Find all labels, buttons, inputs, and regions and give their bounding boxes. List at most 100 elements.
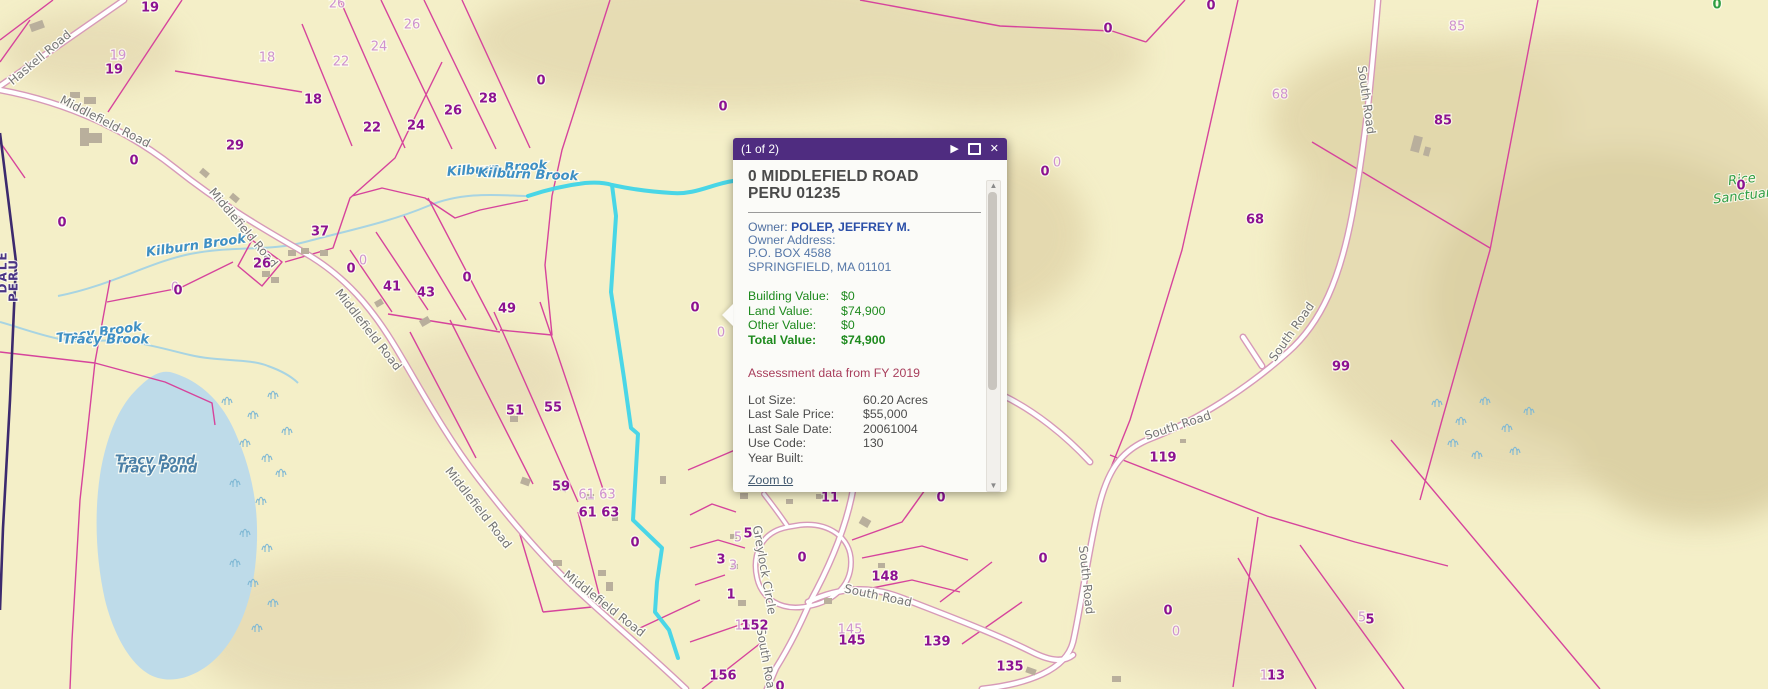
parcel-number-label: 0 xyxy=(1103,22,1112,37)
parcel-number-label: 0 xyxy=(717,326,725,341)
popup-title-line1: 0 MIDDLEFIELD ROAD xyxy=(748,168,981,185)
building-footprint xyxy=(288,250,296,256)
water-name-label: Tracy Pond xyxy=(117,462,198,477)
parcel-number-label: 0 xyxy=(1053,156,1061,171)
parcel-number-label: 0 xyxy=(797,551,806,566)
owner-address-line1: P.O. BOX 4588 xyxy=(748,247,981,260)
parcel-number-label: 145 xyxy=(838,634,865,649)
parcel-number-label: 59 xyxy=(552,480,570,495)
parcel-number-label: 1 xyxy=(726,588,735,603)
row-label: Last Sale Price: xyxy=(748,407,863,422)
building-footprint xyxy=(740,493,748,499)
parcel-number-label: 11 xyxy=(821,491,839,506)
parcel-number-label: 19 xyxy=(141,1,159,16)
parcel-number-label: 37 xyxy=(311,225,329,240)
parcel-number-label: 119 xyxy=(1149,451,1176,466)
row-value: $74,900 xyxy=(841,333,885,348)
water-name-label: Tracy Brook xyxy=(63,333,151,348)
parcel-number-label: 41 xyxy=(383,280,401,295)
building-footprint xyxy=(1180,439,1186,443)
detail-row: Last Sale Date:20061004 xyxy=(748,422,981,437)
building-footprint xyxy=(606,582,613,591)
row-label: Total Value: xyxy=(748,333,841,348)
parcel-number-label: 61 63 xyxy=(578,488,615,503)
parcel-number-label: 0 xyxy=(718,100,727,115)
scroll-down-icon[interactable]: ▼ xyxy=(987,481,1000,491)
parcel-number-label: 0 xyxy=(1040,165,1049,180)
parcel-number-label: 0 xyxy=(346,262,355,277)
row-label: Year Built: xyxy=(748,451,863,466)
parcel-number-label: 5 xyxy=(1365,613,1374,628)
parcel-number-label: 68 xyxy=(1272,88,1289,103)
parcel-number-label: 26 xyxy=(444,104,462,119)
building-footprint xyxy=(301,248,309,254)
row-value: $55,000 xyxy=(863,407,907,422)
row-value: 20061004 xyxy=(863,422,918,437)
popup-header: (1 of 2) ▶ ✕ xyxy=(733,138,1007,160)
scrollbar-thumb[interactable] xyxy=(988,192,997,390)
parcel-number-label: 13 xyxy=(1267,669,1285,684)
row-label: Lot Size: xyxy=(748,393,863,408)
parcel-number-label: 0 xyxy=(1736,179,1745,194)
parcel-number-label: 28 xyxy=(479,92,497,107)
parcel-number-label: 0 xyxy=(1163,604,1172,619)
parcel-number-label: 18 xyxy=(259,51,276,66)
detail-row: Lot Size:60.20 Acres xyxy=(748,393,981,408)
parcel-number-label: 68 xyxy=(1246,213,1264,228)
parcel-number-label: 43 xyxy=(417,286,435,301)
parcel-number-label: 0 xyxy=(129,154,138,169)
owner-address-line2: SPRINGFIELD, MA 01101 xyxy=(748,261,981,274)
parcel-number-label: 49 xyxy=(498,302,516,317)
row-label: Other Value: xyxy=(748,318,841,333)
maximize-icon[interactable] xyxy=(968,143,981,155)
parcel-number-label: 99 xyxy=(1332,360,1350,375)
value-row: Other Value:$0 xyxy=(748,318,981,333)
close-icon[interactable]: ✕ xyxy=(990,144,999,155)
parcel-number-label: 139 xyxy=(923,635,950,650)
parcel-number-label: 0 xyxy=(462,271,471,286)
building-footprint xyxy=(878,563,885,568)
building-footprint xyxy=(271,277,279,283)
parcel-number-label: 85 xyxy=(1449,20,1466,35)
parcel-number-label: 19 xyxy=(105,63,123,78)
row-label: Building Value: xyxy=(748,289,841,304)
parcel-number-label: 3 xyxy=(729,559,737,574)
parcel-number-label: 22 xyxy=(363,121,381,136)
building-footprint xyxy=(738,600,746,606)
parcel-number-label: 29 xyxy=(226,139,244,154)
detail-row: Year Built: xyxy=(748,451,981,466)
building-footprint xyxy=(553,560,562,566)
building-footprint xyxy=(824,598,832,604)
parcel-number-label: 19 xyxy=(110,49,127,64)
parcel-number-label: 152 xyxy=(741,619,768,634)
zoom-to-link[interactable]: Zoom to xyxy=(748,473,793,487)
divider xyxy=(748,212,981,213)
parcel-number-label: 156 xyxy=(709,669,736,684)
parcel-number-label: 5 xyxy=(743,527,752,542)
parcel-number-label: 22 xyxy=(333,55,350,70)
next-record-icon[interactable]: ▶ xyxy=(950,144,958,155)
popup-callout-arrow xyxy=(722,304,733,326)
row-label: Last Sale Date: xyxy=(748,422,863,437)
value-row: Total Value:$74,900 xyxy=(748,333,981,348)
parcel-number-label: 148 xyxy=(871,570,898,585)
parcel-number-label: 135 xyxy=(996,660,1023,675)
value-row: Building Value:$0 xyxy=(748,289,981,304)
popup-scrollbar[interactable]: ▲ ▼ xyxy=(986,180,1001,492)
row-value: $0 xyxy=(841,318,855,333)
identify-popup: (1 of 2) ▶ ✕ 0 MIDDLEFIELD ROAD PERU 012… xyxy=(733,138,1007,492)
popup-body: 0 MIDDLEFIELD ROAD PERU 01235 Owner: POL… xyxy=(733,160,1007,492)
parcel-number-label: 5 xyxy=(734,531,742,546)
owner-name: POLEP, JEFFREY M. xyxy=(791,220,910,234)
row-value: 130 xyxy=(863,436,884,451)
popup-title-line2: PERU 01235 xyxy=(748,185,981,202)
row-value: 60.20 Acres xyxy=(863,393,928,408)
row-label: Use Code: xyxy=(748,436,863,451)
parcel-number-label: 0 xyxy=(57,216,66,231)
building-footprint xyxy=(320,250,328,256)
building-footprint xyxy=(80,128,89,146)
scroll-up-icon[interactable]: ▲ xyxy=(987,181,1000,191)
value-row: Land Value:$74,900 xyxy=(748,304,981,319)
parcel-number-label: 3 xyxy=(716,553,725,568)
parcel-number-label: 55 xyxy=(544,401,562,416)
